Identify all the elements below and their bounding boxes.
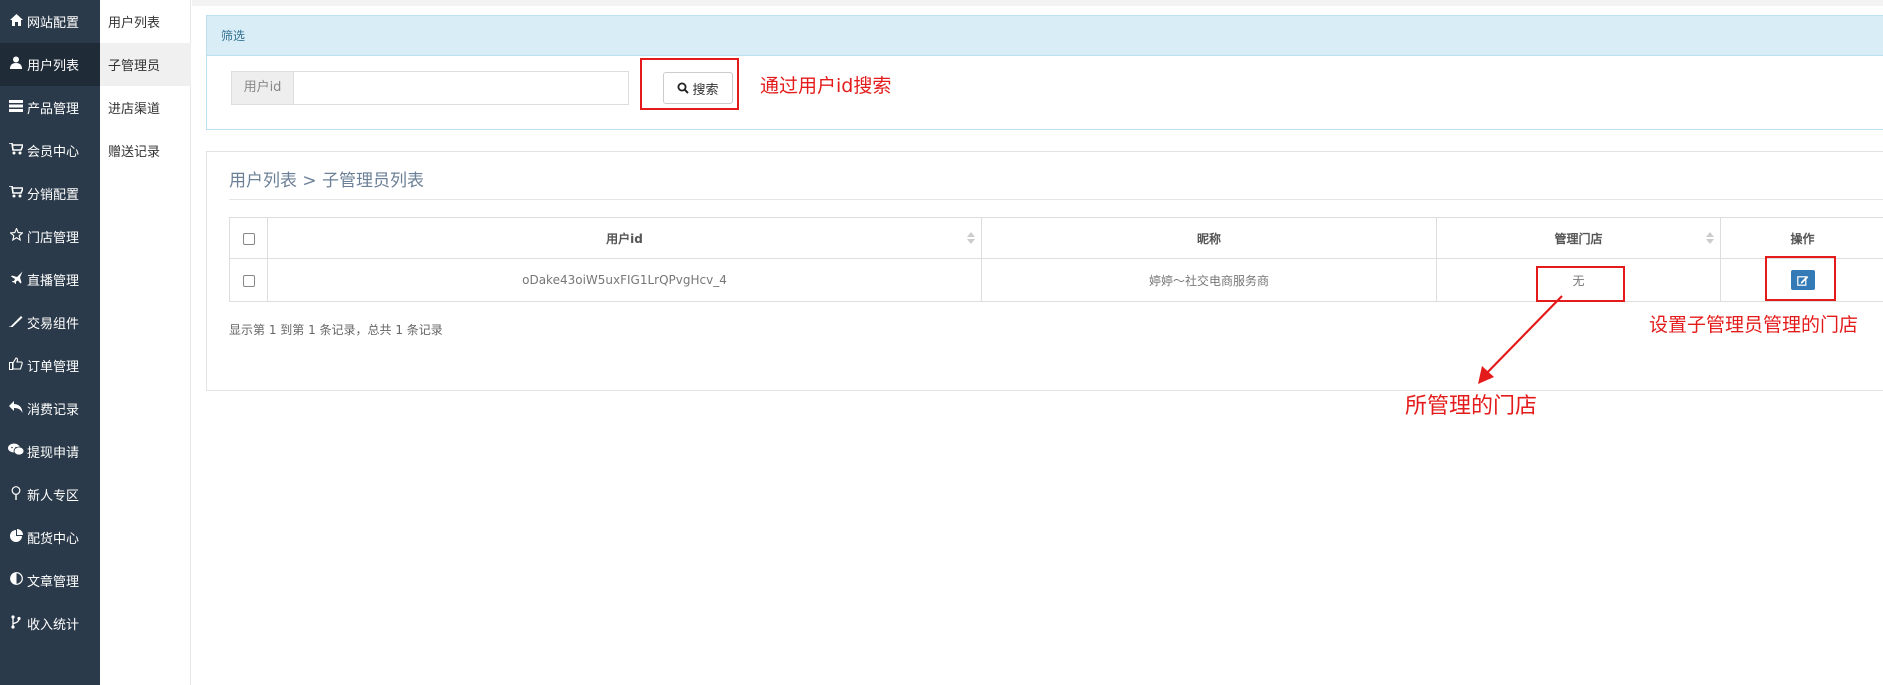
sidebar-item-label: 交易组件: [27, 317, 80, 332]
sidebar-item-site-config[interactable]: 网站配置: [0, 0, 100, 43]
sidebar-item-stores[interactable]: 门店管理: [0, 215, 100, 258]
sidebar-item-label: 提现申请: [27, 446, 80, 461]
row-checkbox[interactable]: [242, 274, 255, 287]
sidebar-item-label: 会员中心: [27, 145, 80, 160]
sidebar-item-articles[interactable]: 文章管理: [0, 559, 100, 602]
sidebar-item-label: 消费记录: [27, 403, 80, 418]
sidebar-item-orders[interactable]: 订单管理: [0, 344, 100, 387]
sidebar-item-members[interactable]: 会员中心: [0, 129, 100, 172]
title-divider: [229, 199, 1883, 200]
edit-store-button[interactable]: [1790, 270, 1815, 290]
sidebar-item-income[interactable]: 收入统计: [0, 602, 100, 645]
sidebar-item-label: 订单管理: [27, 360, 80, 375]
pagination-info: 显示第 1 到第 1 条记录，总共 1 条记录: [229, 323, 443, 337]
server-icon: [8, 99, 24, 116]
subnav-item-sub-admin[interactable]: 子管理员: [100, 43, 191, 86]
sidebar-item-fulfillment[interactable]: 配货中心: [0, 516, 100, 559]
breadcrumb: 用户列表 > 子管理员列表: [229, 171, 425, 191]
annotation-store-note: 所管理的门店: [1405, 394, 1538, 419]
sidebar-item-label: 门店管理: [27, 231, 80, 246]
main-sidebar: 网站配置 用户列表 产品管理 会员中心 分销配置 门店管理 直播管理 交易组件: [0, 0, 100, 685]
sidebar-item-label: 网站配置: [27, 16, 80, 31]
table-row: oDake43oiW5uxFIG1LrQPvgHcv_4 婷婷～社交电商服务商 …: [229, 258, 1883, 302]
reply-icon: [8, 400, 24, 417]
sidebar-item-label: 直播管理: [27, 274, 80, 289]
column-header-user-id[interactable]: 用户id: [267, 217, 982, 259]
subnav-item-gift-records[interactable]: 赠送记录: [100, 129, 191, 172]
list-panel: 用户列表 > 子管理员列表 用户id 昵称 管理门店 操作 oDake43oiW…: [206, 151, 1883, 391]
search-button-label: 搜索: [692, 82, 719, 98]
cart-icon: [8, 184, 25, 202]
user-id-addon: 用户id: [232, 72, 294, 104]
cell-nickname: 婷婷～社交电商服务商: [981, 258, 1437, 302]
filter-panel: 筛选 用户id 搜索: [206, 15, 1883, 130]
column-header-store[interactable]: 管理门店: [1436, 217, 1721, 259]
branch-icon: [8, 614, 24, 633]
edit-icon: [1796, 275, 1808, 286]
search-icon: [677, 82, 690, 94]
column-header-nickname: 昵称: [981, 217, 1437, 259]
user-icon: [8, 56, 24, 73]
pie-chart-icon: [8, 529, 24, 546]
sidebar-item-label: 新人专区: [27, 489, 80, 504]
sidebar-item-label: 分销配置: [27, 188, 80, 203]
sidebar-item-user-list[interactable]: 用户列表: [0, 43, 100, 86]
annotation-action-note: 设置子管理员管理的门店: [1649, 314, 1859, 336]
pencil-icon: [8, 315, 24, 331]
select-all-cell: [229, 217, 268, 259]
row-select-cell: [229, 258, 268, 302]
main-content: 筛选 用户id 搜索 用户列表 > 子管理员列表 用户id 昵称 管理门店 操作…: [192, 0, 1883, 685]
subnav-item-store-channel[interactable]: 进店渠道: [100, 86, 191, 129]
sidebar-item-label: 文章管理: [27, 575, 80, 590]
annotation-arrow: [1478, 295, 1563, 384]
cart-icon: [8, 141, 25, 159]
top-divider: [192, 0, 1883, 6]
star-icon: [8, 227, 24, 245]
select-all-checkbox[interactable]: [242, 232, 255, 245]
sidebar-item-newcomer[interactable]: 新人专区: [0, 473, 100, 516]
cell-actions: [1720, 258, 1883, 302]
sub-navigation: 用户列表 子管理员 进店渠道 赠送记录: [100, 0, 191, 685]
sidebar-item-products[interactable]: 产品管理: [0, 86, 100, 129]
sidebar-item-label: 用户列表: [27, 59, 80, 74]
thumbs-up-icon: [8, 357, 24, 374]
sidebar-item-live[interactable]: 直播管理: [0, 258, 100, 301]
user-id-input-group: 用户id: [231, 71, 629, 105]
sidebar-item-trade[interactable]: 交易组件: [0, 301, 100, 344]
pin-icon: [8, 485, 24, 504]
table-header-row: 用户id 昵称 管理门店 操作: [229, 217, 1883, 259]
user-id-input[interactable]: [294, 72, 628, 104]
filter-heading: 筛选: [207, 16, 1883, 56]
sort-icon[interactable]: [967, 232, 975, 244]
sidebar-item-label: 配货中心: [27, 532, 80, 547]
annotation-search-note: 通过用户id搜索: [760, 75, 892, 97]
sidebar-item-label: 产品管理: [27, 102, 80, 117]
cell-user-id: oDake43oiW5uxFIG1LrQPvgHcv_4: [267, 258, 982, 302]
sidebar-item-consumption[interactable]: 消费记录: [0, 387, 100, 430]
subnav-item-user-list[interactable]: 用户列表: [100, 0, 191, 43]
sidebar-item-label: 收入统计: [27, 618, 80, 633]
home-icon: [8, 13, 24, 30]
sub-admin-table: 用户id 昵称 管理门店 操作 oDake43oiW5uxFIG1LrQPvgH…: [229, 217, 1883, 302]
column-header-actions: 操作: [1720, 217, 1883, 259]
chat-icon: [8, 443, 25, 460]
search-button[interactable]: 搜索: [663, 72, 733, 104]
contrast-icon: [8, 572, 24, 589]
sidebar-item-distribution[interactable]: 分销配置: [0, 172, 100, 215]
sort-icon[interactable]: [1706, 232, 1714, 244]
plane-icon: [8, 271, 24, 288]
sidebar-item-withdraw[interactable]: 提现申请: [0, 430, 100, 473]
